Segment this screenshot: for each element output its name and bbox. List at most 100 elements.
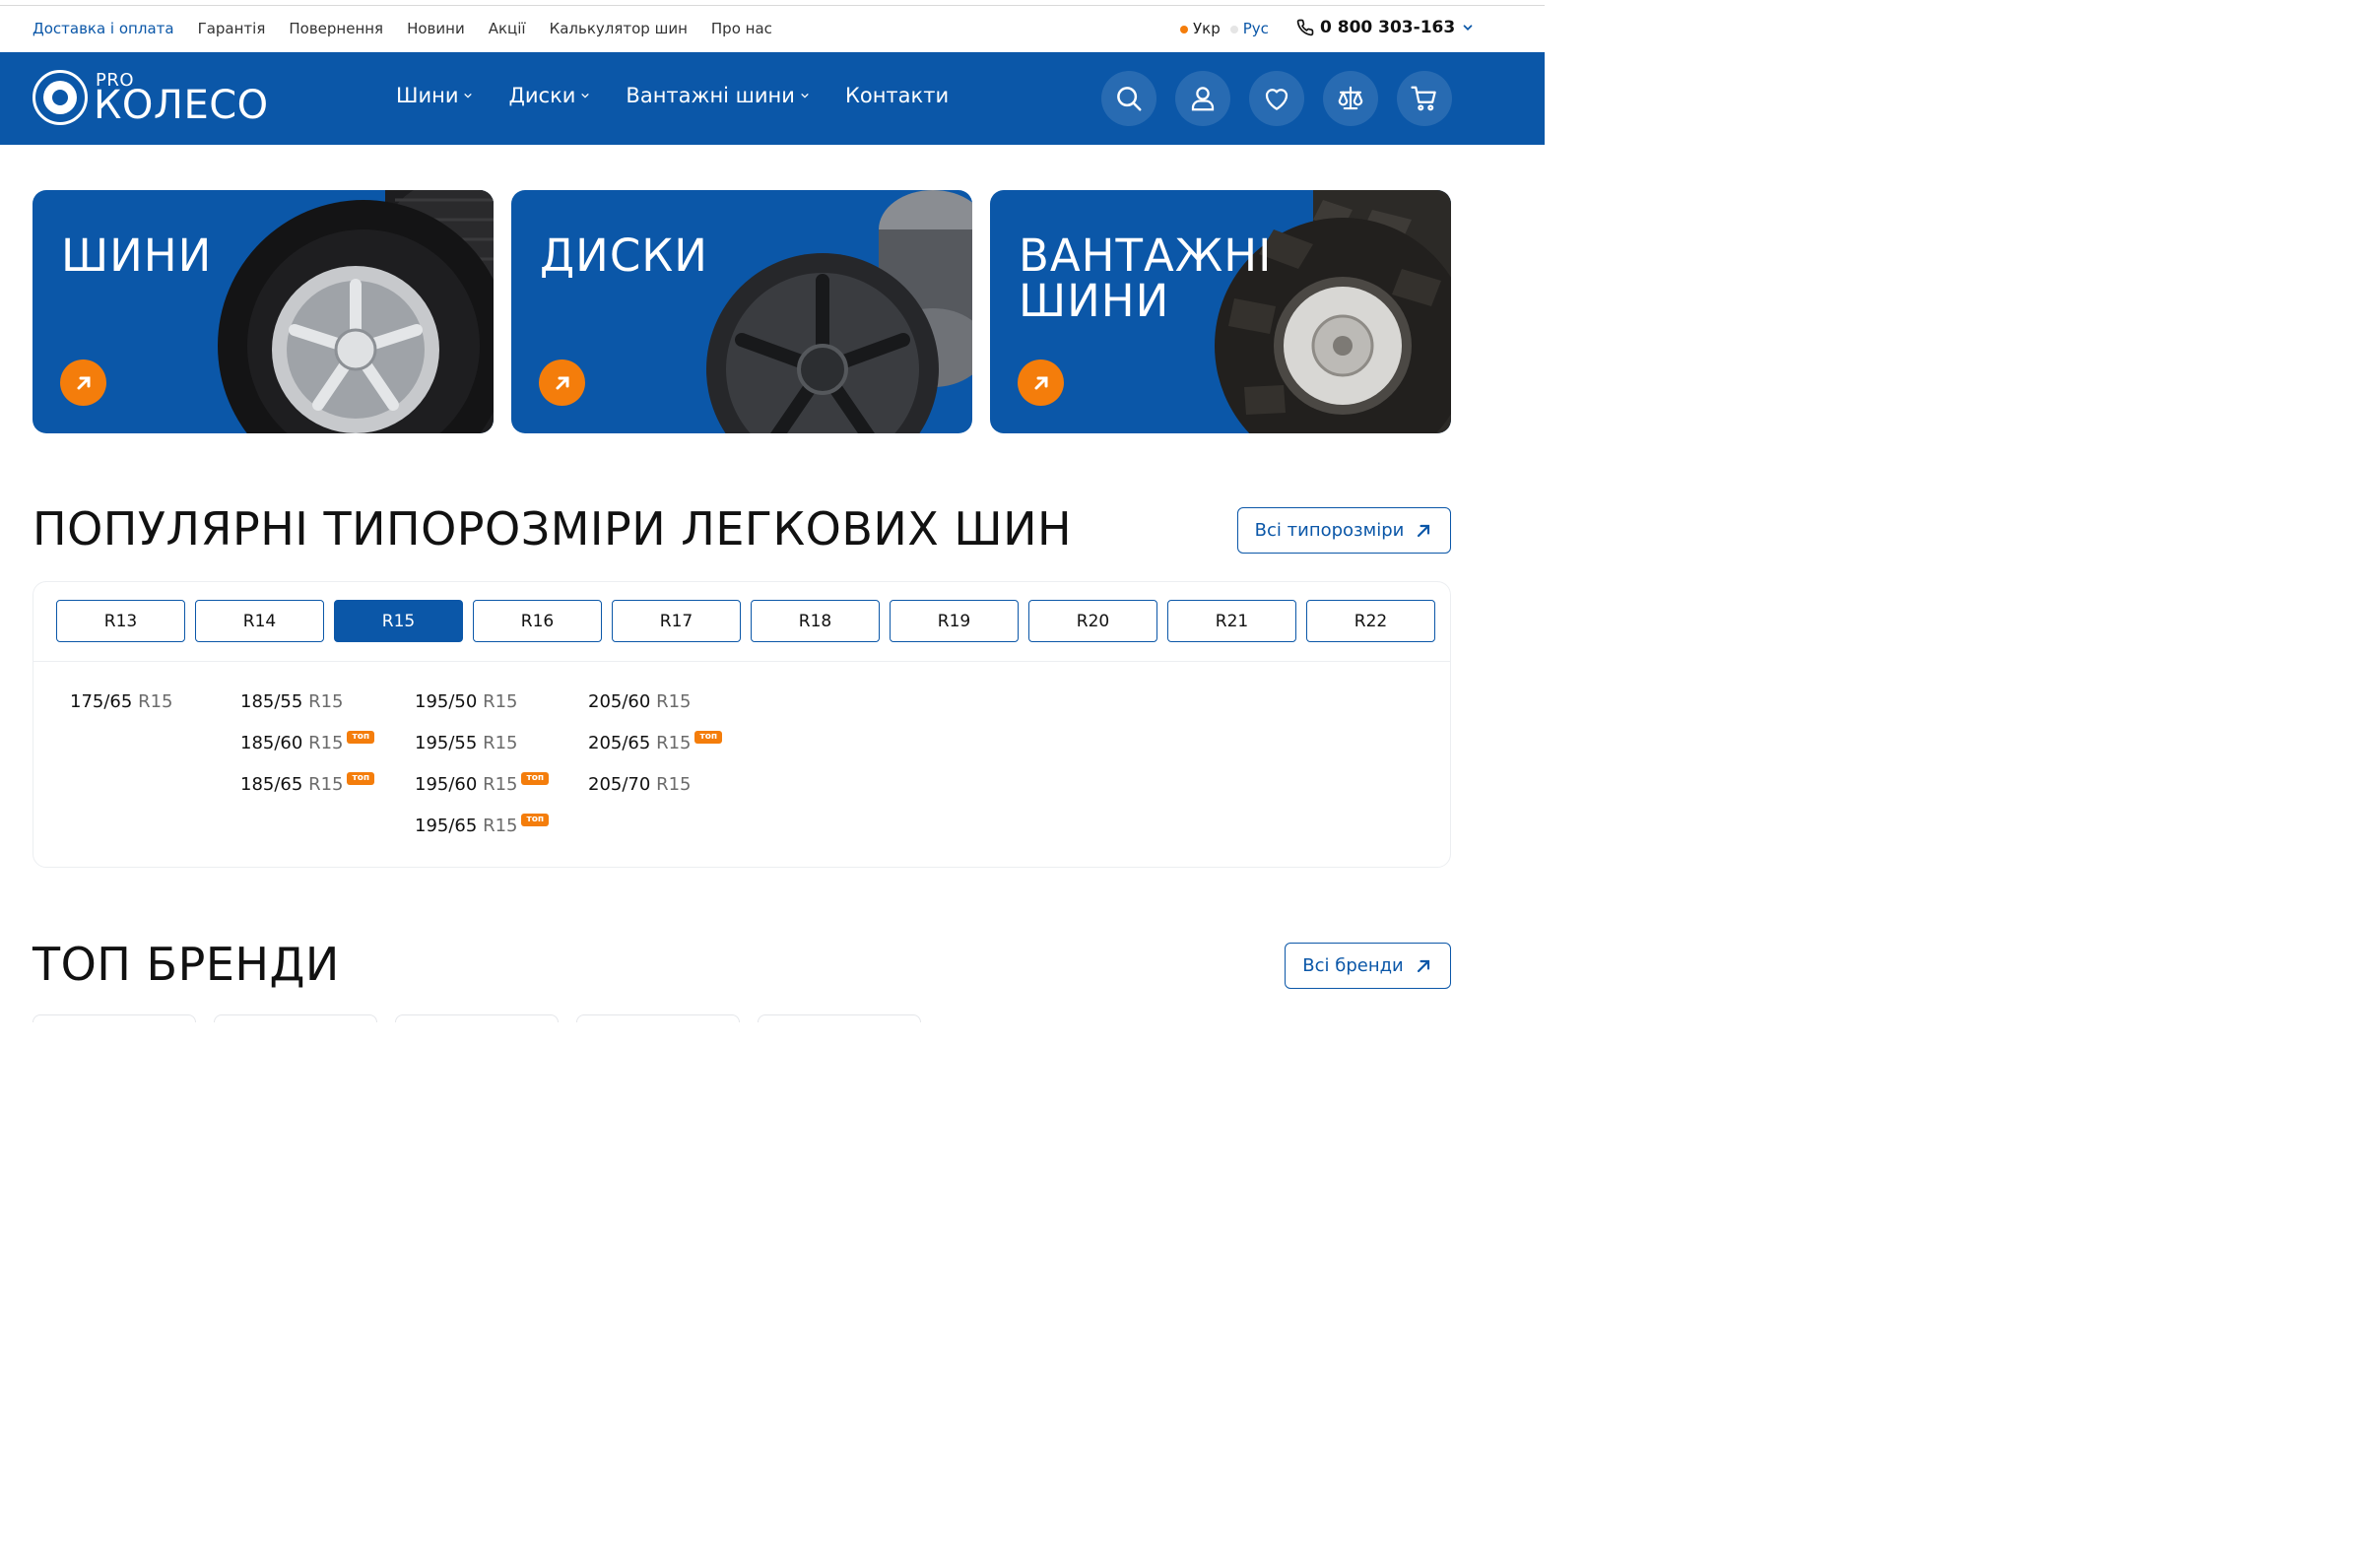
tab-r16[interactable]: R16 — [473, 600, 602, 642]
category-card-wheels[interactable]: ДИСКИ — [511, 190, 972, 433]
tab-r13[interactable]: R13 — [56, 600, 185, 642]
all-sizes-button[interactable]: Всі типорозміри — [1237, 507, 1451, 554]
phone-number: 0 800 303-163 — [1320, 18, 1456, 37]
arrow-up-right-icon — [1418, 524, 1430, 537]
category-title: ВАНТАЖНІ ШИНИ — [1019, 229, 1273, 327]
size-link[interactable]: 175/65 R15 — [70, 692, 172, 734]
tab-r17[interactable]: R17 — [612, 600, 741, 642]
category-card-tyres[interactable]: ШИНИ — [33, 190, 494, 433]
util-link[interactable]: Повернення — [289, 20, 383, 37]
category-title: ШИНИ — [61, 229, 213, 282]
phone-icon — [1296, 19, 1314, 36]
size-link[interactable]: 195/65 R15 топ — [415, 814, 550, 858]
heart-icon — [1265, 89, 1288, 110]
nav-label: Диски — [508, 84, 576, 107]
cart-icon — [1411, 86, 1436, 111]
chevron-down-icon — [801, 94, 809, 98]
rim-tabs: R13 R14 R15 R16 R17 R18 R19 R20 R21 R22 — [56, 600, 1435, 642]
size-link[interactable]: 195/50 R15 — [415, 692, 549, 734]
size-value: 175/65 — [70, 691, 133, 712]
category-card-truck-tyres[interactable]: ВАНТАЖНІ ШИНИ — [990, 190, 1451, 433]
size-value: 195/65 — [415, 816, 478, 836]
logo-wheel-icon — [33, 70, 88, 125]
popular-sizes-card: R13 R14 R15 R16 R17 R18 R19 R20 R21 R22 175/65 R1… — [33, 581, 1451, 868]
size-link[interactable]: 195/60 R15 топ — [415, 772, 550, 817]
size-rim: R15 — [656, 774, 692, 795]
size-column: 175/65 R15 — [70, 692, 172, 734]
tyre-stack-image — [218, 190, 494, 433]
util-link[interactable]: Доставка і оплата — [33, 20, 174, 37]
nav-label: Вантажні шини — [626, 84, 795, 107]
utility-links: Доставка і оплата Гарантія Повернення Новин… — [33, 20, 772, 37]
cart-button[interactable] — [1397, 71, 1452, 126]
main-header: PRO КОЛЕСО Шини Диски Вантажні шини Контакт… — [0, 52, 1545, 145]
nav-truck-tyres[interactable]: Вантажні шини — [626, 84, 810, 107]
brand-card[interactable] — [395, 1014, 559, 1022]
size-link[interactable]: 185/65 R15 топ — [240, 772, 375, 817]
language-option[interactable]: Укр — [1180, 20, 1221, 37]
language-dot-icon — [1229, 25, 1238, 33]
language-switcher: Укр Рус — [1180, 20, 1269, 37]
language-option[interactable]: Рус — [1229, 20, 1269, 37]
size-rim: R15 — [138, 691, 173, 712]
account-button[interactable] — [1175, 71, 1230, 126]
tab-r18[interactable]: R18 — [751, 600, 880, 642]
tab-r22[interactable]: R22 — [1306, 600, 1435, 642]
top-badge: топ — [521, 772, 550, 785]
nav-contacts[interactable]: Контакти — [845, 84, 949, 107]
size-value: 205/70 — [588, 774, 651, 795]
arrow-up-right-icon[interactable] — [539, 359, 585, 406]
size-value: 195/50 — [415, 691, 478, 712]
tab-r20[interactable]: R20 — [1028, 600, 1157, 642]
tab-r19[interactable]: R19 — [890, 600, 1019, 642]
size-link[interactable]: 185/60 R15 топ — [240, 731, 375, 775]
arrow-up-right-icon[interactable] — [60, 359, 106, 406]
arrow-up-right-icon[interactable] — [1018, 359, 1064, 406]
search-button[interactable] — [1101, 71, 1156, 126]
size-link[interactable]: 185/55 R15 — [240, 692, 374, 734]
popular-sizes-title: ПОПУЛЯРНІ ТИПОРОЗМІРИ ЛЕГКОВИХ ШИН — [33, 502, 1073, 555]
all-brands-label: Всі бренди — [1302, 955, 1404, 976]
size-link[interactable]: 205/70 R15 — [588, 775, 722, 817]
size-link[interactable]: 195/55 R15 — [415, 734, 549, 775]
util-link[interactable]: Новини — [407, 20, 465, 37]
top-badge: топ — [521, 814, 550, 826]
brand-card[interactable] — [576, 1014, 740, 1022]
top-badge: топ — [347, 772, 375, 785]
brand-card[interactable] — [214, 1014, 377, 1022]
tab-r15[interactable]: R15 — [334, 600, 463, 642]
brand-card[interactable] — [758, 1014, 921, 1022]
nav-label: Контакти — [844, 84, 950, 107]
language-label: Укр — [1193, 20, 1221, 37]
size-link[interactable]: 205/65 R15 топ — [588, 731, 723, 775]
all-brands-button[interactable]: Всі бренди — [1285, 943, 1451, 989]
util-link[interactable]: Про нас — [711, 20, 772, 37]
size-rim: R15 — [483, 774, 518, 795]
chevron-down-icon — [1463, 25, 1473, 31]
brand-card[interactable] — [33, 1014, 196, 1022]
tab-r21[interactable]: R21 — [1167, 600, 1296, 642]
top-brands-title: ТОП БРЕНДИ — [33, 938, 340, 991]
language-dot-icon — [1180, 25, 1188, 33]
size-value: 185/60 — [240, 733, 303, 753]
size-rim: R15 — [308, 774, 344, 795]
phone-dropdown[interactable]: 0 800 303-163 — [1296, 18, 1475, 37]
category-title: ДИСКИ — [540, 229, 708, 282]
util-link[interactable]: Акції — [489, 20, 526, 37]
tab-r14[interactable]: R14 — [195, 600, 324, 642]
size-rim: R15 — [483, 816, 518, 836]
logo[interactable]: PRO КОЛЕСО — [33, 70, 269, 129]
size-rim: R15 — [656, 733, 692, 753]
wishlist-button[interactable] — [1249, 71, 1304, 126]
size-link[interactable]: 205/60 R15 — [588, 692, 722, 734]
logo-name-text: КОЛЕСО — [94, 83, 269, 128]
nav-tyres[interactable]: Шини — [396, 84, 473, 107]
user-icon — [1191, 87, 1215, 111]
util-link[interactable]: Калькулятор шин — [550, 20, 688, 37]
compare-button[interactable] — [1323, 71, 1378, 126]
size-rim: R15 — [483, 691, 518, 712]
header-icons — [1101, 71, 1452, 126]
util-link[interactable]: Гарантія — [198, 20, 266, 37]
rims-image — [706, 190, 972, 433]
nav-wheels[interactable]: Диски — [508, 84, 590, 107]
